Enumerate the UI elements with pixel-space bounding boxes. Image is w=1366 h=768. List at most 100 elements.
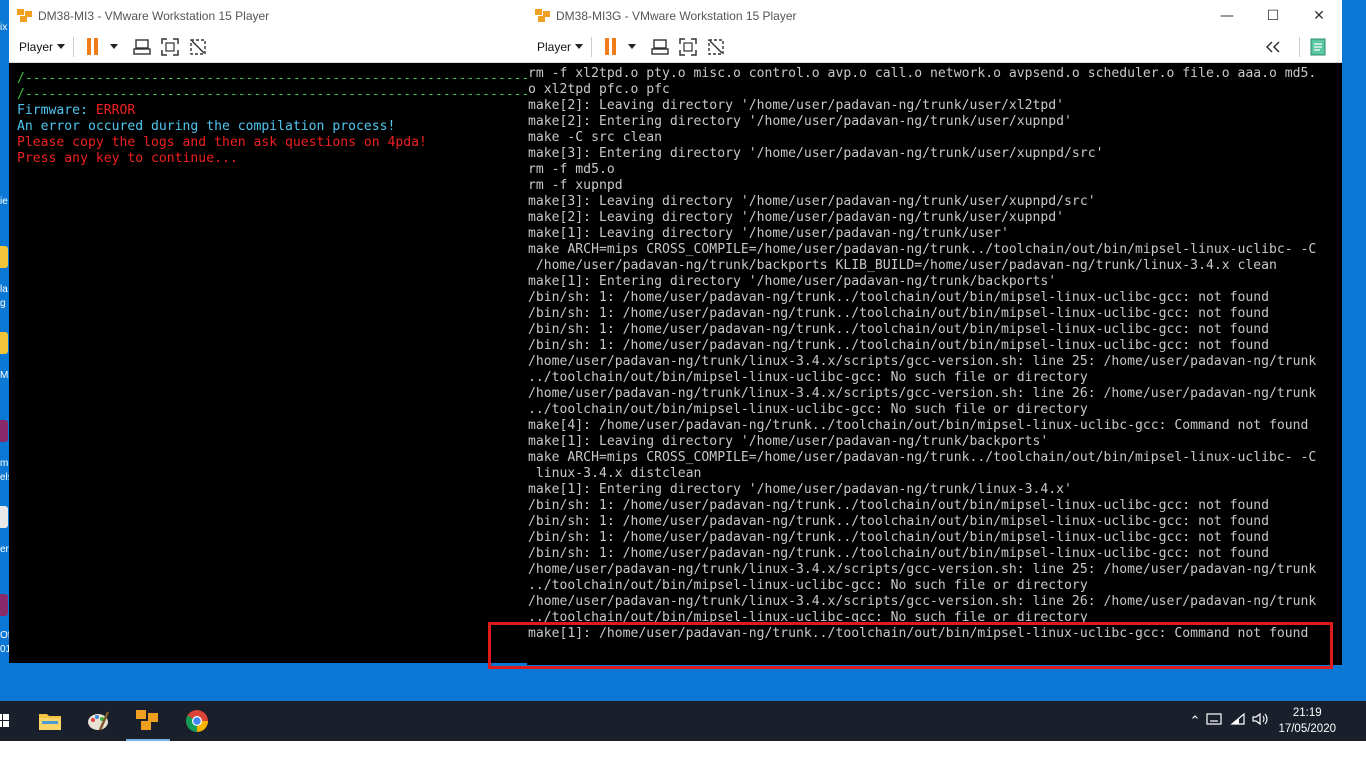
console-line: rm -f md5.o — [528, 162, 615, 177]
vm-toolbar: Player — [9, 31, 529, 63]
fullscreen-icon[interactable] — [160, 37, 180, 57]
console-line: /bin/sh: 1: /home/user/padavan-ng/trunk.… — [528, 546, 1270, 561]
console-line: make[3]: Leaving directory '/home/user/p… — [528, 194, 1096, 209]
fullscreen-icon[interactable] — [678, 37, 698, 57]
console-line: make[1]: Entering directory '/home/user/… — [528, 274, 1057, 289]
console-line: make ARCH=mips CROSS_COMPILE=/home/user/… — [528, 242, 1317, 257]
dropdown-caret-icon[interactable] — [628, 44, 637, 49]
vm-toolbar: Player — [527, 31, 1342, 63]
file-explorer-icon[interactable] — [30, 701, 70, 741]
toolbar-divider — [73, 36, 75, 57]
pause-icon[interactable] — [600, 37, 620, 57]
console-line: make[1]: Entering directory '/home/user/… — [528, 482, 1072, 497]
player-menu-label: Player — [19, 39, 54, 54]
console-line: /bin/sh: 1: /home/user/padavan-ng/trunk.… — [528, 290, 1270, 305]
console-line: /bin/sh: 1: /home/user/padavan-ng/trunk.… — [528, 338, 1270, 353]
desktop-archive-icon[interactable] — [0, 594, 8, 616]
dropdown-caret-icon — [575, 44, 584, 49]
dropdown-caret-icon[interactable] — [110, 44, 119, 49]
press-key-message: Press any key to continue... — [17, 151, 238, 166]
player-menu-label: Player — [537, 39, 572, 54]
desktop-folder-icon[interactable] — [0, 246, 8, 268]
title-bar[interactable]: DM38-MI3G - VMware Workstation 15 Player… — [527, 0, 1342, 31]
toolbar-divider — [1299, 36, 1300, 57]
message-log-icon[interactable] — [1308, 37, 1328, 57]
system-tray: ⌃ 21:19 17/05/2020 — [1190, 701, 1366, 741]
player-menu-button[interactable]: Player — [537, 39, 584, 54]
console-line: ../toolchain/out/bin/mipsel-linux-uclibc… — [528, 370, 1088, 385]
console-line: make[2]: Leaving directory '/home/user/p… — [528, 210, 1065, 225]
console-line: linux-3.4.x distclean — [528, 466, 702, 481]
console-line: make -C src clean — [528, 130, 663, 145]
window-title: DM38-MI3G - VMware Workstation 15 Player — [556, 8, 797, 23]
console-output: rm -f xl2tpd.o pty.o misc.o control.o av… — [528, 66, 1342, 642]
maximize-button[interactable]: ☐ — [1250, 0, 1296, 31]
compile-error-message: An error occured during the compilation … — [17, 119, 396, 134]
vm-console[interactable]: /---------------------------------------… — [9, 63, 529, 663]
console-separator: /---------------------------------------… — [17, 87, 529, 102]
clock-time: 21:19 — [1292, 707, 1322, 719]
console-line: /bin/sh: 1: /home/user/padavan-ng/trunk.… — [528, 514, 1270, 529]
vmware-logo-icon — [535, 8, 550, 22]
console-line: make[1]: Leaving directory '/home/user/p… — [528, 434, 1049, 449]
console-line: /bin/sh: 1: /home/user/padavan-ng/trunk.… — [528, 322, 1270, 337]
window-controls: — ☐ ✕ — [1204, 0, 1342, 31]
player-menu-button[interactable]: Player — [19, 39, 66, 54]
chevron-up-icon[interactable]: ⌃ — [1190, 713, 1201, 729]
console-line: make[3]: Entering directory '/home/user/… — [528, 146, 1104, 161]
pause-icon[interactable] — [82, 37, 102, 57]
window-title: DM38-MI3 - VMware Workstation 15 Player — [38, 8, 270, 23]
console-line: make[1]: Leaving directory '/home/user/p… — [528, 226, 1009, 241]
console-line: make[4]: /home/user/padavan-ng/trunk../t… — [528, 418, 1309, 433]
vmware-window-right[interactable]: DM38-MI3G - VMware Workstation 15 Player… — [527, 0, 1342, 665]
console-line: /bin/sh: 1: /home/user/padavan-ng/trunk.… — [528, 498, 1270, 513]
console-line: make ARCH=mips CROSS_COMPILE=/home/user/… — [528, 450, 1317, 465]
screen-bottom-margin — [0, 741, 1366, 768]
start-icon[interactable] — [0, 701, 14, 741]
unity-icon[interactable] — [706, 37, 726, 57]
console-line: ../toolchain/out/bin/mipsel-linux-uclibc… — [528, 402, 1088, 417]
desktop-archive-icon[interactable] — [0, 420, 8, 442]
unity-icon[interactable] — [188, 37, 208, 57]
wifi-icon[interactable] — [1230, 712, 1246, 731]
console-line: /home/user/padavan-ng/trunk/linux-3.4.x/… — [528, 354, 1317, 369]
firmware-label: Firmware: — [17, 103, 96, 118]
console-line: o xl2tpd pfc.o pfc — [528, 82, 670, 97]
chrome-icon[interactable] — [176, 701, 218, 741]
toolbar-divider — [591, 36, 593, 57]
volume-icon[interactable] — [1252, 712, 1268, 731]
console-line: /home/user/padavan-ng/trunk/linux-3.4.x/… — [528, 386, 1317, 401]
console-line: /home/user/padavan-ng/trunk/linux-3.4.x/… — [528, 562, 1317, 577]
clock[interactable]: 21:19 17/05/2020 — [1278, 705, 1336, 737]
console-line: ../toolchain/out/bin/mipsel-linux-uclibc… — [528, 578, 1088, 593]
console-line: make[2]: Leaving directory '/home/user/p… — [528, 98, 1065, 113]
close-button[interactable]: ✕ — [1296, 0, 1342, 31]
send-ctrl-alt-del-icon[interactable] — [650, 37, 670, 57]
desktop-folder-icon[interactable] — [0, 332, 8, 354]
send-ctrl-alt-del-icon[interactable] — [132, 37, 152, 57]
console-line: /bin/sh: 1: /home/user/padavan-ng/trunk.… — [528, 530, 1270, 545]
vm-console[interactable]: rm -f xl2tpd.o pty.o misc.o control.o av… — [527, 63, 1342, 665]
console-line: rm -f xl2tpd.o pty.o misc.o control.o av… — [528, 66, 1317, 81]
console-separator: /---------------------------------------… — [17, 71, 529, 86]
vmware-player-icon[interactable] — [126, 701, 170, 741]
taskbar: ⌃ 21:19 17/05/2020 — [0, 701, 1366, 741]
console-line: make[2]: Entering directory '/home/user/… — [528, 114, 1072, 129]
console-line: rm -f xupnpd — [528, 178, 623, 193]
console-line: /home/user/padavan-ng/trunk/backports KL… — [528, 258, 1277, 273]
dropdown-caret-icon — [57, 44, 66, 49]
copy-logs-message: Please copy the logs and then ask questi… — [17, 135, 427, 150]
title-bar[interactable]: DM38-MI3 - VMware Workstation 15 Player — [9, 0, 529, 31]
vmware-window-left[interactable]: DM38-MI3 - VMware Workstation 15 Player … — [9, 0, 529, 663]
minimize-button[interactable]: — — [1204, 0, 1250, 31]
firmware-error-text: ERROR — [95, 103, 136, 118]
vmware-logo-icon — [17, 8, 32, 22]
collapse-icon[interactable] — [1263, 37, 1283, 57]
desktop-file-icon[interactable] — [0, 506, 8, 528]
console-line: /bin/sh: 1: /home/user/padavan-ng/trunk.… — [528, 306, 1270, 321]
firmware-status-line: Firmware: ERROR — [17, 103, 529, 119]
paint-icon[interactable] — [78, 701, 118, 741]
console-line: /home/user/padavan-ng/trunk/linux-3.4.x/… — [528, 594, 1317, 609]
keyboard-language-icon[interactable] — [1206, 712, 1223, 730]
clock-date: 17/05/2020 — [1278, 723, 1336, 735]
